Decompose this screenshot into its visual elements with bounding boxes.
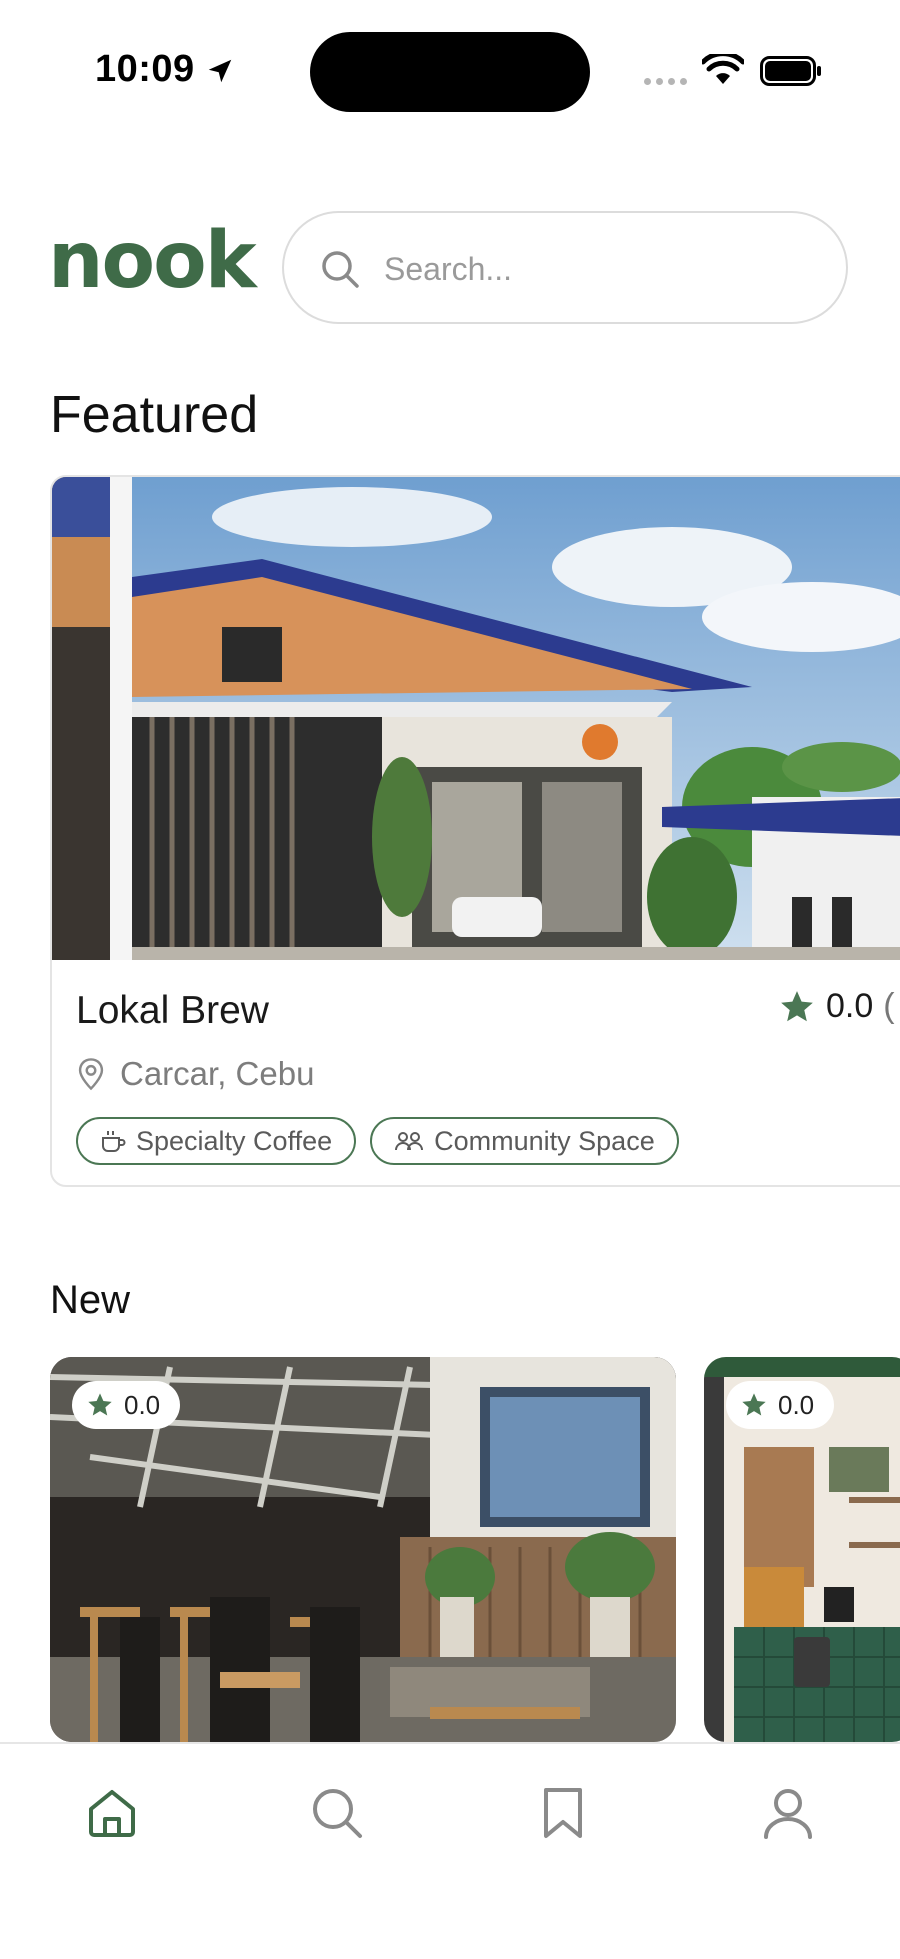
- cellular-signal-icon: [644, 78, 688, 86]
- community-icon: [395, 1132, 424, 1151]
- status-bar: 10:09: [0, 0, 900, 140]
- nav-profile[interactable]: [753, 1778, 823, 1848]
- nav-home[interactable]: [77, 1778, 147, 1848]
- new-cafe-card[interactable]: 0.0: [50, 1357, 676, 1742]
- search-icon: [313, 1789, 362, 1838]
- rating-value: 0.0: [124, 1389, 161, 1420]
- rating-count-open: (: [883, 987, 895, 1025]
- location-pin-icon: [78, 1058, 104, 1091]
- rating-value: 0.0: [826, 987, 874, 1025]
- coffee-cup-icon: [102, 1131, 126, 1152]
- location-text: Carcar, Cebu: [120, 1055, 315, 1092]
- tag-specialty-coffee[interactable]: Specialty Coffee: [76, 1117, 357, 1165]
- new-heading: New: [50, 1278, 131, 1322]
- cafe-tags: Specialty Coffee Community Space: [76, 1117, 679, 1165]
- star-icon: [742, 1393, 766, 1416]
- star-icon: [781, 990, 813, 1021]
- wifi-icon: [702, 54, 744, 84]
- cafe-photo: [52, 477, 900, 960]
- status-time: 10:09: [95, 48, 195, 90]
- rating-value: 0.0: [778, 1389, 815, 1420]
- cafe-location: Carcar, Cebu: [76, 1055, 314, 1093]
- search-placeholder: Search...: [384, 251, 513, 287]
- rating-badge: 0.0: [726, 1381, 835, 1429]
- app-logo: nook: [48, 216, 257, 306]
- rating-badge: 0.0: [72, 1381, 181, 1429]
- bottom-nav: [0, 1742, 900, 1959]
- nav-saved[interactable]: [528, 1778, 598, 1848]
- bookmark-icon: [544, 1788, 582, 1838]
- home-icon: [89, 1790, 135, 1837]
- profile-icon: [764, 1789, 812, 1839]
- tag-label: Community Space: [434, 1125, 655, 1156]
- tag-label: Specialty Coffee: [136, 1125, 333, 1156]
- battery-icon: [760, 56, 821, 86]
- cafe-title: Lokal Brew: [76, 989, 269, 1032]
- location-arrow-icon: [208, 59, 232, 83]
- cafe-rating: 0.0 (: [778, 987, 895, 1026]
- star-icon: [88, 1393, 112, 1416]
- search-input[interactable]: Search...: [282, 211, 848, 324]
- featured-heading: Featured: [50, 386, 259, 444]
- tag-community-space[interactable]: Community Space: [370, 1117, 679, 1165]
- search-icon: [322, 251, 359, 288]
- featured-cafe-card[interactable]: Lokal Brew 0.0 ( Carcar, Cebu Specialty …: [50, 475, 900, 1187]
- dynamic-island: [310, 32, 590, 112]
- nav-search[interactable]: [302, 1778, 372, 1848]
- new-cafe-card[interactable]: 0.0: [704, 1357, 900, 1742]
